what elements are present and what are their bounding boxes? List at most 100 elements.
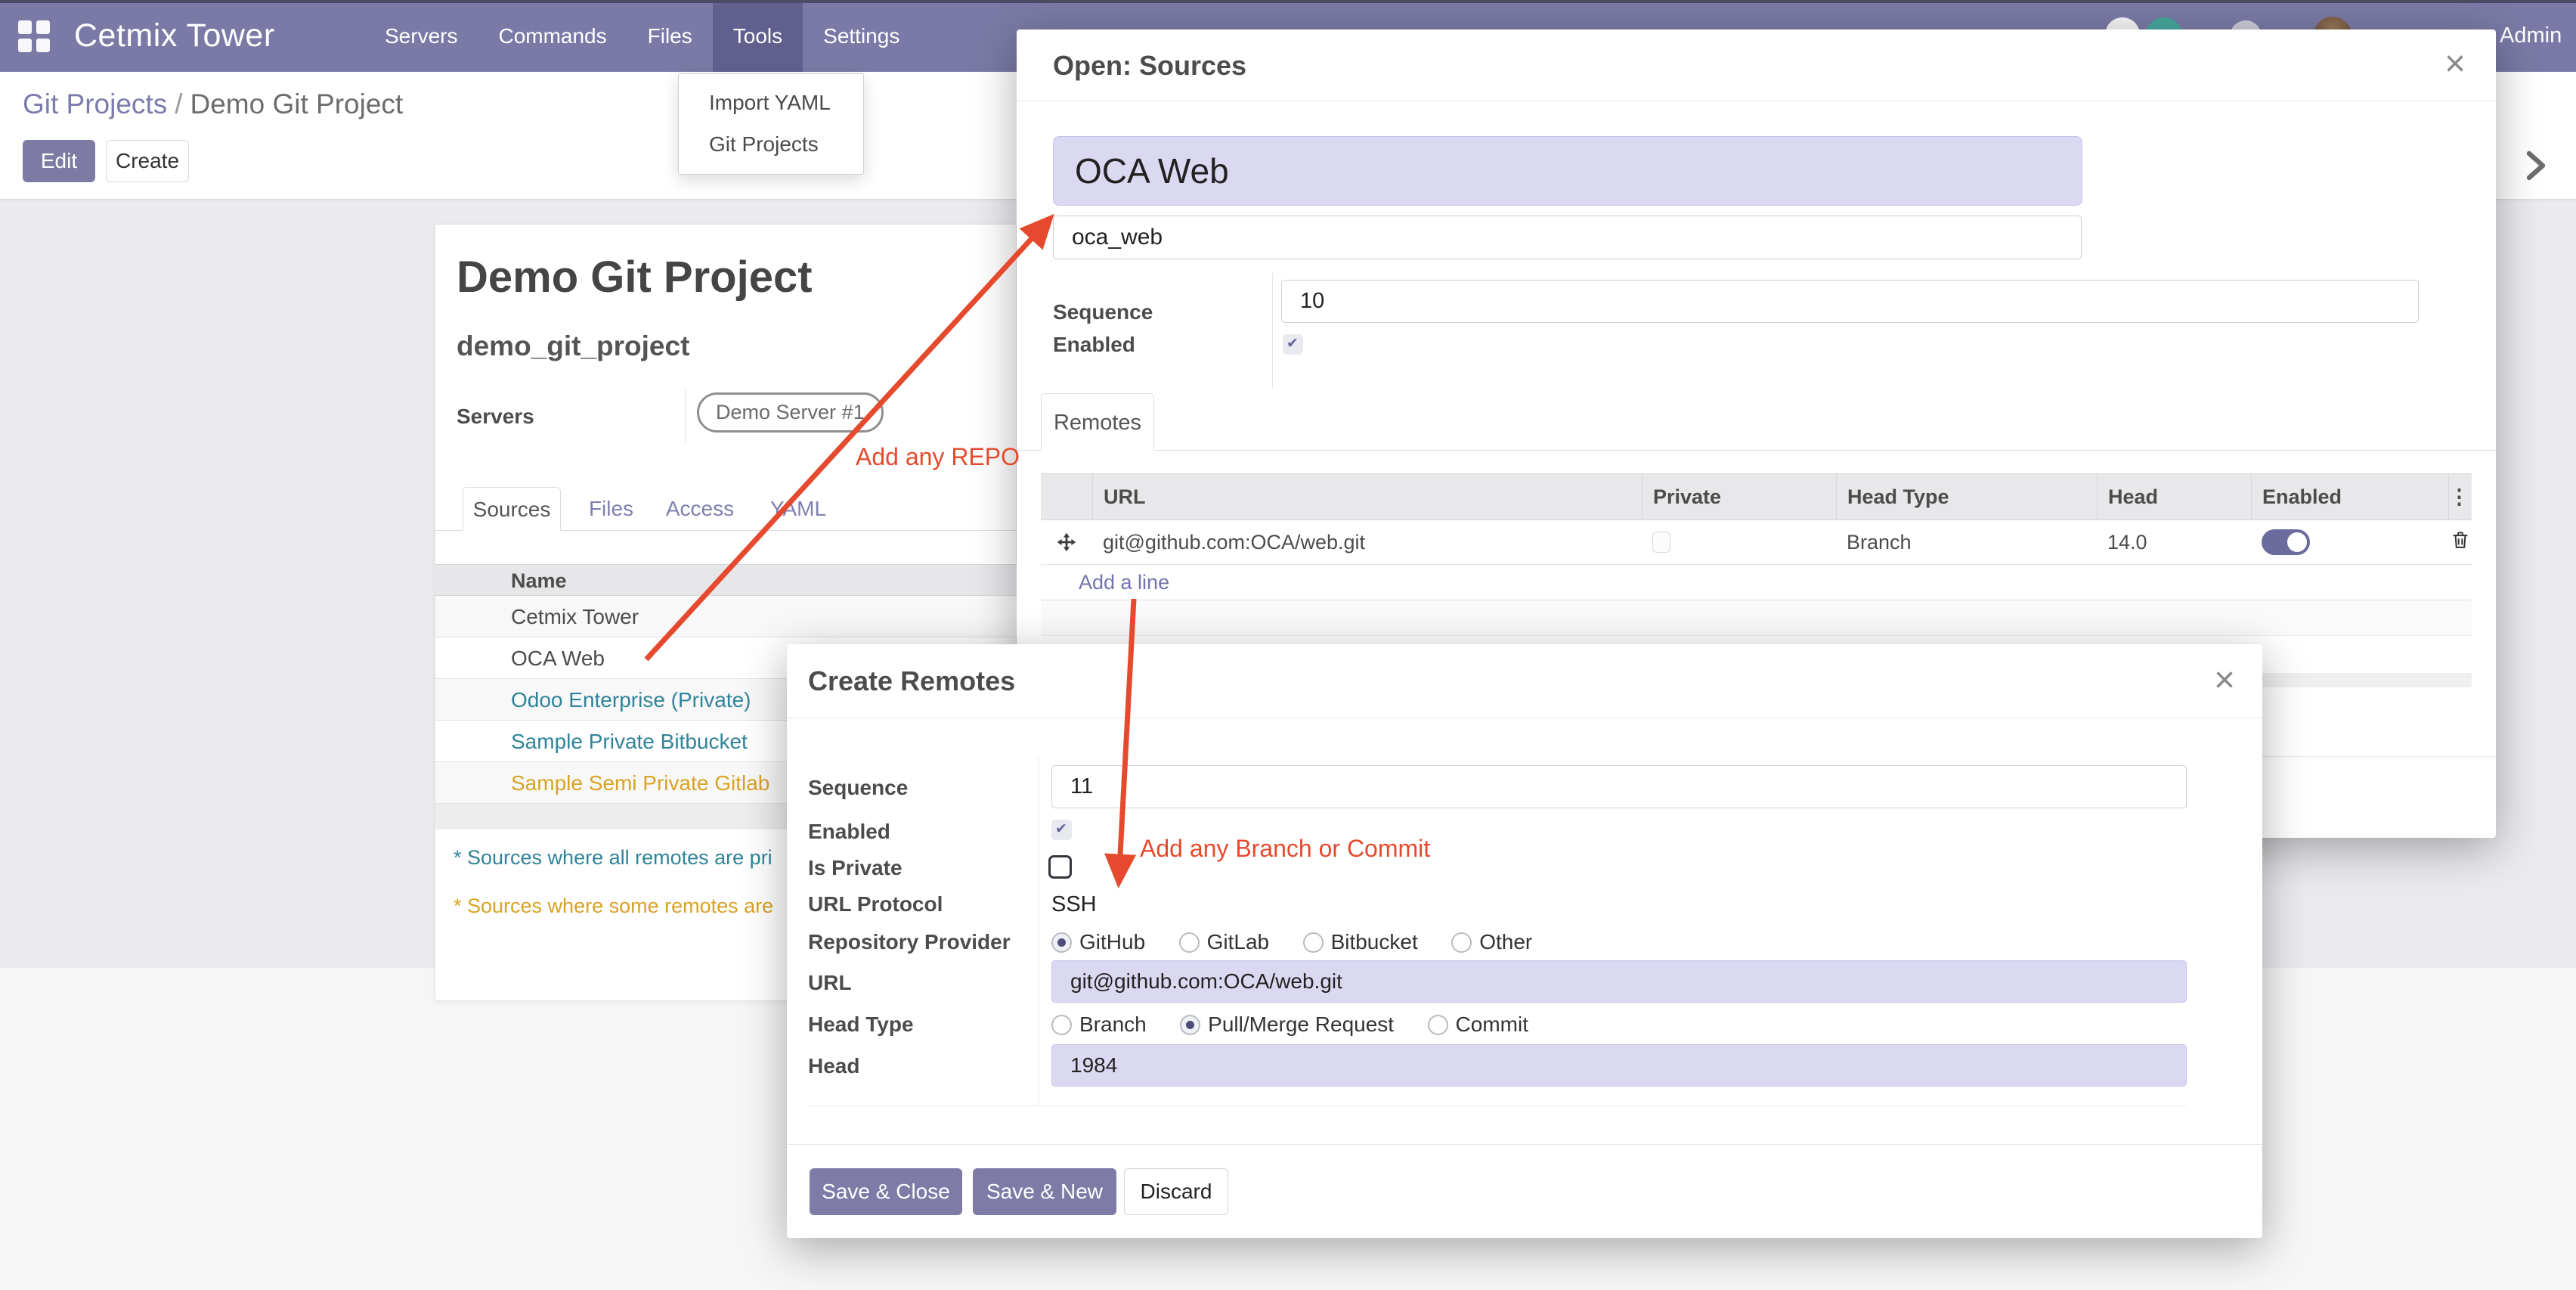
- servers-field-label: Servers: [457, 405, 534, 429]
- url-input[interactable]: [1051, 960, 2187, 1003]
- head-column-header[interactable]: Head: [2097, 474, 2251, 519]
- save-and-new-button[interactable]: Save & New: [973, 1168, 1116, 1215]
- private-checkbox[interactable]: [1652, 532, 1670, 553]
- nav-item-servers[interactable]: Servers: [364, 0, 478, 72]
- breadcrumb-separator: /: [167, 88, 190, 119]
- delete-row-icon[interactable]: [2448, 529, 2472, 556]
- enabled-checkbox[interactable]: [1283, 334, 1303, 355]
- remote-head-cell: 14.0: [2097, 531, 2251, 554]
- repository-provider-radios: GitHub GitLab Bitbucket Other: [1051, 930, 1562, 954]
- handle-column: [1041, 474, 1092, 519]
- source-row[interactable]: Cetmix Tower: [435, 596, 1017, 637]
- head-type-radios: Branch Pull/Merge Request Commit: [1051, 1012, 1559, 1037]
- drag-handle-icon[interactable]: [1041, 532, 1092, 553]
- footnote-semi-private-sources: * Sources where some remotes are: [454, 895, 773, 918]
- card-tab-bar: Sources Files Access YAML: [435, 487, 1017, 531]
- radio-bitbucket-label[interactable]: Bitbucket: [1331, 930, 1418, 954]
- enabled-label: Enabled: [808, 820, 890, 844]
- tab-yaml[interactable]: YAML: [760, 487, 836, 531]
- tab-access[interactable]: Access: [658, 487, 742, 531]
- remote-url-cell: git@github.com:OCA/web.git: [1092, 531, 1642, 554]
- radio-github[interactable]: [1051, 932, 1072, 953]
- enabled-column-header[interactable]: Enabled: [2251, 474, 2448, 519]
- tab-files[interactable]: Files: [579, 487, 643, 531]
- sequence-label: Sequence: [1053, 290, 1153, 333]
- nav-menu: Servers Commands Files Tools Settings: [364, 0, 920, 72]
- tools-dropdown: Import YAML Git Projects: [678, 73, 864, 175]
- empty-row: [1041, 600, 2472, 636]
- edit-button[interactable]: Edit: [23, 140, 95, 182]
- save-and-close-button[interactable]: Save & Close: [810, 1168, 962, 1215]
- radio-bitbucket[interactable]: [1303, 932, 1324, 953]
- enabled-checkbox[interactable]: [1051, 820, 1072, 840]
- remote-head-type-cell: Branch: [1836, 531, 2097, 554]
- tab-sources[interactable]: Sources: [463, 487, 561, 531]
- is-private-label: Is Private: [808, 856, 903, 880]
- radio-other-label[interactable]: Other: [1479, 930, 1532, 954]
- add-a-line-link[interactable]: Add a line: [1079, 571, 1169, 594]
- discard-button[interactable]: Discard: [1124, 1168, 1228, 1215]
- close-icon[interactable]: ×: [2444, 46, 2466, 82]
- nav-item-tools[interactable]: Tools: [713, 0, 803, 72]
- radio-github-label[interactable]: GitHub: [1079, 930, 1145, 954]
- modal-footer-divider: [787, 1144, 2262, 1145]
- field-separator: [685, 389, 686, 444]
- remotes-table: URL Private Head Type Head Enabled ⋮ git…: [1041, 473, 2472, 636]
- head-type-column-header[interactable]: Head Type: [1836, 474, 2097, 519]
- url-protocol-value: SSH: [1051, 892, 1097, 917]
- radio-commit[interactable]: [1428, 1015, 1448, 1035]
- modal-header: Create Remotes ×: [787, 644, 2262, 718]
- create-button[interactable]: Create: [106, 140, 189, 182]
- field-separator: [1272, 273, 1273, 388]
- app-brand[interactable]: Cetmix Tower: [74, 0, 275, 72]
- modal-title: Open: Sources: [1053, 29, 1246, 101]
- nav-item-settings[interactable]: Settings: [803, 0, 920, 72]
- user-menu[interactable]: Admin: [2500, 0, 2562, 72]
- head-label: Head: [808, 1054, 859, 1078]
- tab-bar-line: [1017, 450, 2496, 451]
- add-line-row: Add a line: [1041, 565, 2472, 600]
- modal-header: Open: Sources ×: [1017, 29, 2496, 101]
- url-column-header[interactable]: URL: [1092, 474, 1642, 519]
- radio-gitlab[interactable]: [1179, 932, 1200, 953]
- breadcrumb-current: Demo Git Project: [190, 88, 404, 119]
- radio-commit-label[interactable]: Commit: [1456, 1012, 1528, 1036]
- radio-other[interactable]: [1451, 932, 1472, 953]
- remote-row[interactable]: git@github.com:OCA/web.git Branch 14.0: [1041, 520, 2472, 565]
- breadcrumb-parent-link[interactable]: Git Projects: [23, 88, 167, 119]
- url-protocol-label: URL Protocol: [808, 892, 943, 916]
- source-code-input[interactable]: [1053, 216, 2082, 259]
- sequence-label: Sequence: [808, 776, 908, 800]
- radio-branch-label[interactable]: Branch: [1079, 1012, 1147, 1036]
- radio-pull-merge-request[interactable]: [1180, 1015, 1200, 1035]
- server-tag[interactable]: Demo Server #1: [697, 392, 884, 433]
- menu-item-import-yaml[interactable]: Import YAML: [679, 82, 863, 123]
- project-title: Demo Git Project: [457, 252, 813, 302]
- sequence-input[interactable]: [1051, 765, 2187, 808]
- sources-list-header: Name: [435, 564, 1017, 596]
- radio-pull-merge-request-label[interactable]: Pull/Merge Request: [1208, 1012, 1394, 1036]
- window-top-edge: [0, 0, 2576, 3]
- menu-item-git-projects[interactable]: Git Projects: [679, 123, 863, 165]
- apps-grid-icon[interactable]: [18, 20, 50, 52]
- breadcrumb: Git Projects/Demo Git Project: [23, 88, 403, 120]
- nav-item-files[interactable]: Files: [627, 0, 713, 72]
- source-name-input[interactable]: [1053, 136, 2082, 206]
- repository-provider-label: Repository Provider: [808, 930, 1011, 954]
- modal-title: Create Remotes: [808, 644, 1015, 718]
- head-input[interactable]: [1051, 1044, 2187, 1087]
- pager-next-icon[interactable]: [2517, 147, 2553, 184]
- private-column-header[interactable]: Private: [1642, 474, 1836, 519]
- options-dots-icon[interactable]: ⋮: [2448, 474, 2472, 519]
- tab-remotes[interactable]: Remotes: [1041, 393, 1154, 451]
- enabled-label: Enabled: [1053, 332, 1135, 358]
- radio-branch[interactable]: [1051, 1015, 1072, 1035]
- nav-item-commands[interactable]: Commands: [478, 0, 627, 72]
- close-icon[interactable]: ×: [2214, 662, 2235, 699]
- radio-gitlab-label[interactable]: GitLab: [1207, 930, 1270, 954]
- is-private-checkbox[interactable]: [1048, 855, 1072, 879]
- remotes-table-header: URL Private Head Type Head Enabled ⋮: [1041, 473, 2472, 520]
- url-label: URL: [808, 971, 852, 995]
- enabled-toggle[interactable]: [2262, 529, 2310, 555]
- sequence-input[interactable]: [1281, 280, 2419, 323]
